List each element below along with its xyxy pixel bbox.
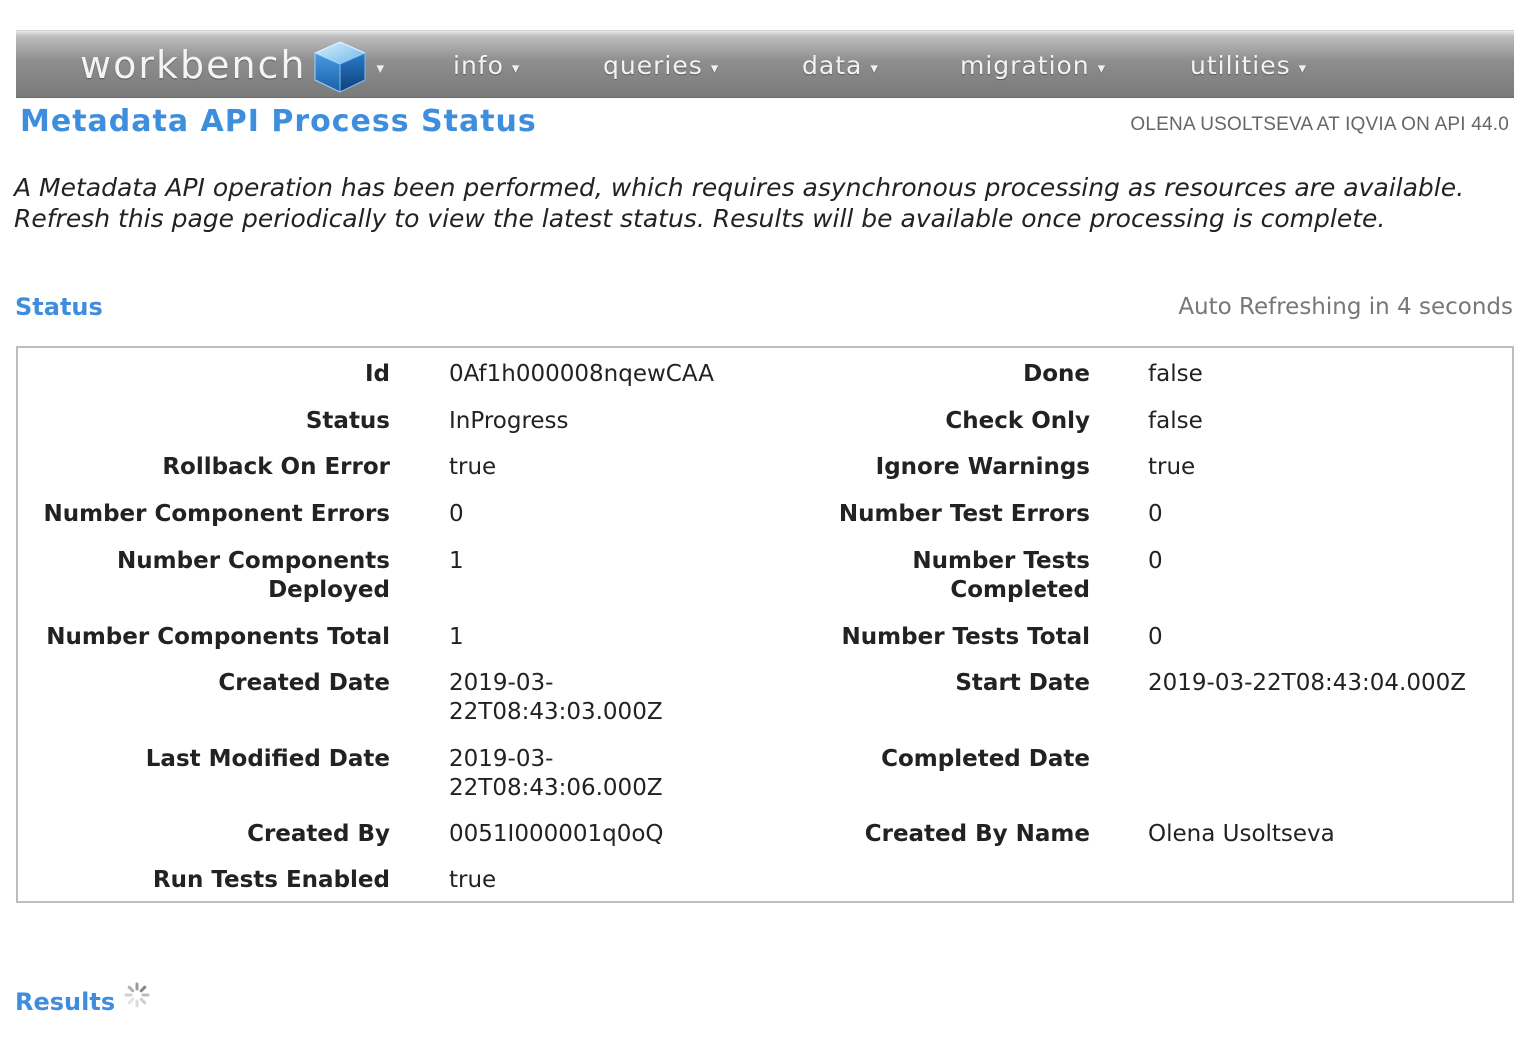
status-label: Created Date xyxy=(218,670,390,696)
nav-menu-data[interactable]: data ▾ xyxy=(802,39,879,91)
status-section-title: Status xyxy=(15,293,103,321)
status-label: Check Only xyxy=(945,408,1090,434)
status-value: 2019-03-22T08:43:06.000Z xyxy=(449,746,663,801)
chevron-down-icon: ▾ xyxy=(870,59,879,77)
status-label: Number Tests Completed xyxy=(912,548,1090,603)
status-value: InProgress xyxy=(449,408,569,434)
status-label: Number Components Total xyxy=(46,624,390,650)
status-table: Id 0Af1h000008nqewCAA Done false Status … xyxy=(16,346,1514,903)
top-navbar: workbench ▾ info ▾ queries ▾ data ▾ migr… xyxy=(16,30,1514,98)
status-label: Created By xyxy=(247,821,390,847)
status-value: false xyxy=(1148,361,1203,387)
status-label: Run Tests Enabled xyxy=(152,867,390,893)
status-label: Last Modified Date xyxy=(145,746,390,772)
status-value: 0 xyxy=(449,501,464,527)
nav-menu-utilities[interactable]: utilities ▾ xyxy=(1190,39,1307,91)
chevron-down-icon: ▾ xyxy=(1097,59,1107,77)
chevron-down-icon: ▾ xyxy=(376,59,385,77)
auto-refresh-note: Auto Refreshing in 4 seconds xyxy=(1178,294,1513,320)
workbench-menu[interactable]: workbench ▾ xyxy=(80,39,385,93)
brand-logo-text: workbench xyxy=(80,43,307,87)
status-value: true xyxy=(449,867,497,893)
status-value: 0 xyxy=(1148,548,1163,574)
status-label: Number Tests Total xyxy=(841,624,1090,650)
nav-menu-label: data xyxy=(802,50,863,80)
status-value: 2019-03-22T08:43:03.000Z xyxy=(449,670,663,725)
status-label: Start Date xyxy=(955,670,1090,696)
status-label: Number Test Errors xyxy=(838,501,1090,527)
nav-menu-migration[interactable]: migration ▾ xyxy=(960,39,1106,91)
results-section-title: Results xyxy=(15,988,116,1016)
intro-message: A Metadata API operation has been perfor… xyxy=(14,173,1465,233)
status-label: Number Component Errors xyxy=(43,501,391,527)
status-label: Id xyxy=(364,361,390,387)
spinner-icon xyxy=(124,982,150,1008)
nav-menu-label: info xyxy=(453,50,504,80)
nav-menu-label: queries xyxy=(603,50,703,80)
status-label: Done xyxy=(1023,361,1090,387)
status-value: true xyxy=(1148,454,1196,480)
page-title: Metadata API Process Status xyxy=(20,104,537,139)
status-value: 0 xyxy=(1148,501,1163,527)
status-label: Completed Date xyxy=(881,746,1090,772)
status-label: Number Components Deployed xyxy=(117,548,390,603)
status-value: 1 xyxy=(449,548,464,574)
status-value: 0Af1h000008nqewCAA xyxy=(449,361,714,387)
status-label: Ignore Warnings xyxy=(875,454,1090,480)
nav-menu-info[interactable]: info ▾ xyxy=(453,39,520,91)
status-value: false xyxy=(1148,408,1203,434)
status-value: 0 xyxy=(1148,624,1163,650)
status-label: Status xyxy=(305,408,390,434)
chevron-down-icon: ▾ xyxy=(710,59,720,77)
status-label: Created By Name xyxy=(864,821,1090,847)
status-value: 2019-03-22T08:43:04.000Z xyxy=(1148,670,1466,696)
status-label: Rollback On Error xyxy=(162,454,390,480)
chevron-down-icon: ▾ xyxy=(1298,59,1308,77)
workbench-cube-icon xyxy=(313,41,366,93)
status-value: 0051I000001q0oQ xyxy=(449,821,664,847)
status-value: Olena Usoltseva xyxy=(1148,821,1335,847)
nav-menu-label: migration xyxy=(960,50,1090,80)
nav-menu-label: utilities xyxy=(1190,50,1291,80)
nav-menu-queries[interactable]: queries ▾ xyxy=(603,39,719,91)
status-value: true xyxy=(449,454,497,480)
status-value: 1 xyxy=(449,624,464,650)
user-info: OLENA USOLTSEVA AT IQVIA ON API 44.0 xyxy=(1130,114,1509,135)
chevron-down-icon: ▾ xyxy=(511,59,521,77)
